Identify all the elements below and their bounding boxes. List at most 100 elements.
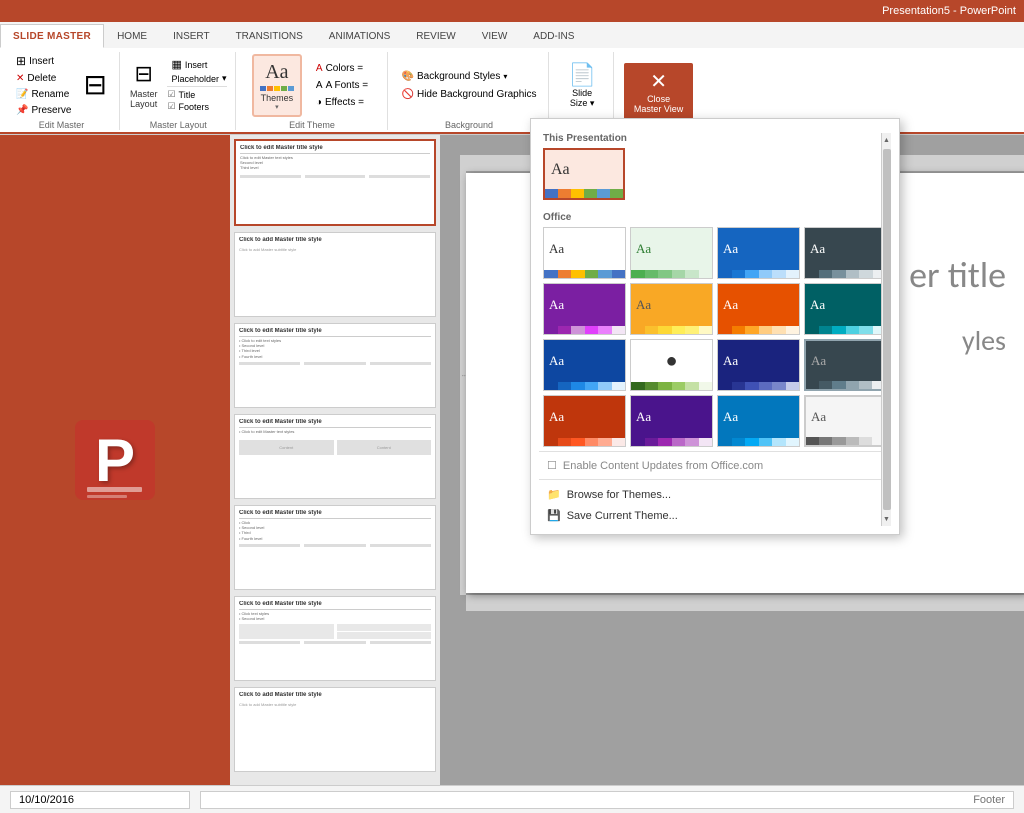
- save-theme-item[interactable]: 💾 Save Current Theme...: [539, 505, 891, 526]
- tab-view[interactable]: VIEW: [469, 24, 521, 48]
- slide-thumb-inner-4: Click to edit Master title style • Click…: [239, 419, 431, 494]
- tab-insert[interactable]: INSERT: [160, 24, 223, 48]
- slide-thumb-3[interactable]: Click to edit Master title style • Click…: [234, 323, 436, 408]
- slide-thumb-inner-1: Click to edit Master title style Click t…: [240, 145, 430, 220]
- theme-circuit[interactable]: Aa: [804, 339, 887, 391]
- master-layout-buttons: ⊟ MasterLayout ▦ Insert Placeholder ▾: [130, 52, 227, 118]
- theme-depth[interactable]: Aa: [630, 395, 713, 447]
- tab-addins[interactable]: ADD-INS: [520, 24, 587, 48]
- theme-retrospect[interactable]: Aa: [543, 283, 626, 335]
- slide-thumb-1[interactable]: Click to edit Master title style Click t…: [234, 139, 436, 226]
- slide-thumb-4[interactable]: Click to edit Master title style • Click…: [234, 414, 436, 499]
- theme-facet[interactable]: Aa: [630, 227, 713, 279]
- scroll-thumb[interactable]: [883, 149, 891, 510]
- dropdown-divider-2: [539, 479, 891, 480]
- dropdown-scrollbar[interactable]: ▲ ▼: [881, 133, 891, 526]
- tab-home[interactable]: HOME: [104, 24, 160, 48]
- theme-dividend[interactable]: Aa: [717, 395, 800, 447]
- enable-updates-icon: ☐: [547, 459, 557, 472]
- background-styles-button[interactable]: 🎨 Background Styles ▾: [398, 69, 541, 84]
- office-themes-label: Office: [543, 212, 887, 223]
- insert-placeholder-btn[interactable]: ▦ Insert: [171, 58, 226, 71]
- scroll-down-arrow[interactable]: ▼: [882, 512, 892, 526]
- close-master-view-button[interactable]: ✕ CloseMaster View: [624, 63, 693, 120]
- tab-slide-master[interactable]: SLIDE MASTER: [0, 24, 104, 48]
- ppt-logo-area: P: [0, 135, 230, 785]
- theme-office[interactable]: Aa: [543, 227, 626, 279]
- btn-delete[interactable]: ✕ Delete: [12, 71, 75, 86]
- date-field[interactable]: [10, 791, 190, 809]
- insert-layout-icon: ⊞: [16, 54, 26, 68]
- theme-banded[interactable]: Aa: [543, 339, 626, 391]
- ribbon-tabs: SLIDE MASTER HOME INSERT TRANSITIONS ANI…: [0, 22, 1024, 48]
- tab-animations[interactable]: ANIMATIONS: [316, 24, 403, 48]
- theme-ion-boardroom[interactable]: Aa: [717, 283, 800, 335]
- slide-thumb-inner-2: Click to add Master title style Click to…: [239, 237, 431, 312]
- dropdown-divider-1: [539, 451, 891, 452]
- master-layout-icon: ⊟: [134, 61, 152, 87]
- scroll-up-arrow[interactable]: ▲: [882, 133, 892, 147]
- theme-integral[interactable]: Aa: [717, 227, 800, 279]
- theme-damask[interactable]: Aa: [543, 395, 626, 447]
- canvas-subtitle-text: yles: [962, 323, 1006, 358]
- thumb-date-row: [240, 175, 430, 178]
- background-styles-label: Background Styles: [417, 71, 500, 82]
- theme-droplet[interactable]: Aa: [804, 395, 887, 447]
- close-icon: ✕: [650, 69, 667, 94]
- slide-thumb-6[interactable]: Click to edit Master title style • Click…: [234, 596, 436, 681]
- office-themes-grid: Aa Aa Aa Aa: [539, 227, 891, 447]
- dropdown-inner: This Presentation Aa Office Aa: [539, 133, 891, 526]
- slide-size-button[interactable]: 📄 SlideSize ▾: [559, 58, 604, 113]
- edit-theme-label: Edit Theme: [289, 120, 335, 130]
- bottom-ruler: [466, 595, 1024, 611]
- theme-current[interactable]: Aa: [543, 148, 625, 200]
- theme-berlin[interactable]: Aa: [717, 339, 800, 391]
- btn-preserve[interactable]: 📌 Preserve: [12, 103, 75, 118]
- footers-check-icon: ☑: [167, 101, 175, 112]
- slide-size-icon: 📄: [568, 62, 595, 88]
- footer-field[interactable]: [200, 791, 1014, 809]
- placeholder-dropdown-icon: ▾: [222, 73, 227, 84]
- theme-basis[interactable]: ●: [630, 339, 713, 391]
- theme-badge[interactable]: Aa: [804, 283, 887, 335]
- colors-label: Colors =: [326, 63, 364, 74]
- delete-label: Delete: [27, 73, 56, 84]
- slide-size-label: SlideSize ▾: [570, 88, 595, 109]
- title-checkbox[interactable]: ☑ Title: [167, 89, 226, 100]
- close-label: CloseMaster View: [634, 94, 683, 114]
- tab-review[interactable]: REVIEW: [403, 24, 468, 48]
- edit-theme-content: Aa Themes ▾ A Colors =: [252, 52, 372, 118]
- fonts-button[interactable]: A A Fonts =: [312, 78, 372, 93]
- preserve-icon: 📌: [16, 105, 28, 116]
- colors-button[interactable]: A Colors =: [312, 61, 372, 76]
- theme-current-colors: [545, 189, 623, 198]
- slide-thumb-inner-6: Click to edit Master title style • Click…: [239, 601, 431, 676]
- hide-bg-icon: 🚫: [402, 89, 414, 100]
- effects-icon: ◑: [316, 97, 322, 108]
- hide-background-button[interactable]: 🚫 Hide Background Graphics: [398, 87, 541, 102]
- themes-button[interactable]: Aa Themes ▾: [252, 54, 302, 117]
- slide-thumb-7[interactable]: Click to add Master title style Click to…: [234, 687, 436, 772]
- this-presentation-grid: Aa: [539, 148, 891, 206]
- theme-slice[interactable]: Aa: [630, 283, 713, 335]
- preserve-label: Preserve: [31, 105, 71, 116]
- fonts-icon: A: [316, 80, 323, 91]
- btn-rename[interactable]: 📝 Rename: [12, 87, 75, 102]
- title-bar: Presentation5 - PowerPoint: [0, 0, 1024, 22]
- slide-thumb-2[interactable]: Click to add Master title style Click to…: [234, 232, 436, 317]
- placeholder-label-row[interactable]: Placeholder ▾: [171, 73, 226, 84]
- theme-current-aa: Aa: [545, 150, 623, 189]
- effects-button[interactable]: ◑ Effects =: [312, 95, 372, 110]
- theme-ion[interactable]: Aa: [804, 227, 887, 279]
- footers-checkbox[interactable]: ☑ Footers: [167, 101, 226, 112]
- save-theme-label: Save Current Theme...: [567, 510, 678, 522]
- slide-thumb-5[interactable]: Click to edit Master title style • Click…: [234, 505, 436, 590]
- tab-transitions[interactable]: TRANSITIONS: [223, 24, 316, 48]
- themes-label: Themes: [261, 93, 294, 103]
- btn-insert-layout[interactable]: ⊞ Insert: [12, 52, 75, 70]
- enable-updates-item[interactable]: ☐ Enable Content Updates from Office.com: [539, 456, 891, 475]
- group-master-layout: ⊟ MasterLayout ▦ Insert Placeholder ▾: [122, 52, 236, 130]
- effects-label: Effects =: [325, 97, 364, 108]
- insert-layout-label: Insert: [29, 56, 54, 67]
- browse-themes-item[interactable]: 📁 Browse for Themes...: [539, 484, 891, 505]
